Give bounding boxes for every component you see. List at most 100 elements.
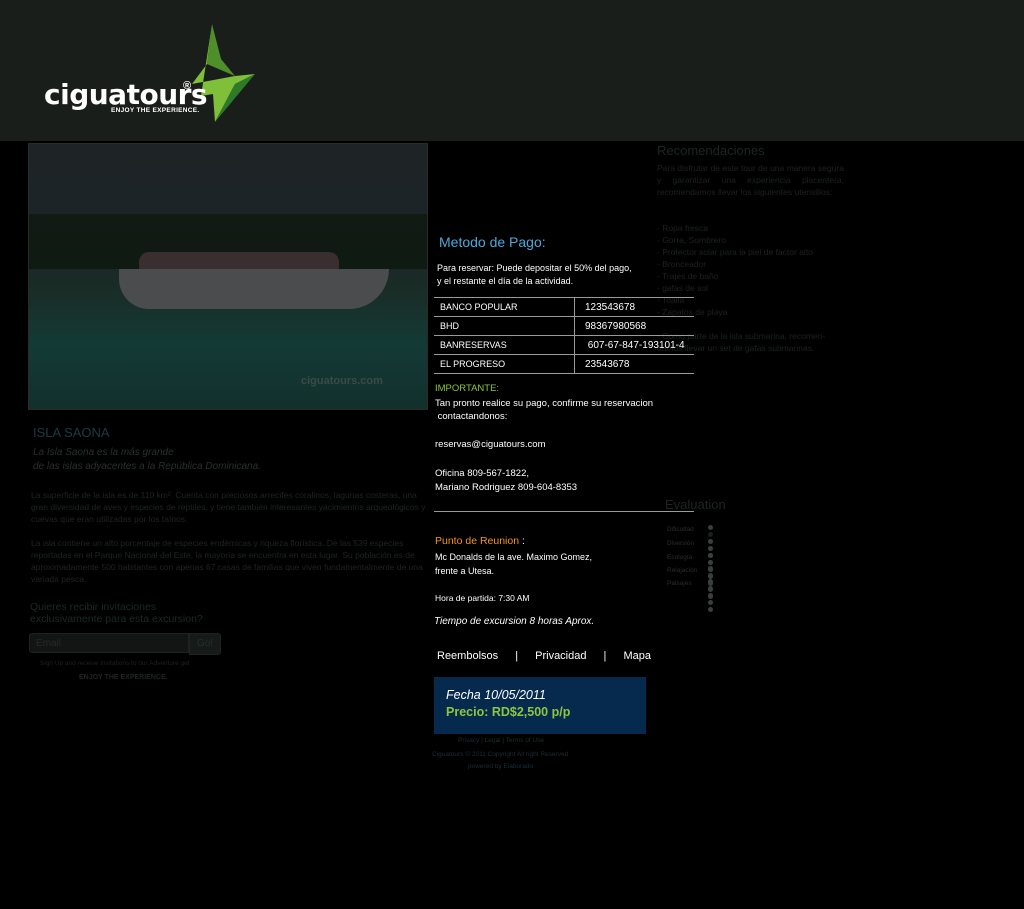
rating-dot (708, 532, 713, 537)
powered-by-label: powered by (468, 763, 502, 770)
evaluation-title: Evaluation (665, 497, 726, 512)
isla-paragraph-1: La superficie de la isla es de 110 km². … (31, 490, 426, 524)
rating-dot (708, 525, 713, 530)
evaluation-label: Ecología (667, 554, 693, 561)
bank-name: EL PROGRESO (434, 354, 575, 374)
bank-name: BHD (434, 316, 575, 336)
evaluation-row: Paisajes (667, 579, 713, 612)
photo-boat (119, 269, 389, 309)
evaluation-label: Paisajes (667, 580, 692, 587)
rating-dot (708, 593, 713, 598)
powered-by-link[interactable]: Elaborado (503, 763, 533, 770)
newsletter-title-line2: exclusivamente para esta excursion? (30, 613, 203, 625)
list-item: - Ropa fresca (657, 223, 709, 233)
footer-copyright: Ciguatours © 2011 Copyright All right Re… (432, 751, 569, 758)
evaluation-row: Ecología (667, 553, 713, 586)
isla-subtitle: La Isla Saona es la más grande de las is… (33, 446, 333, 474)
evaluation-label: Diversión (667, 540, 695, 547)
payment-intro-line2: y el restante el día de la actividad. (437, 276, 574, 286)
tour-date: Fecha 10/05/2011 (446, 688, 546, 702)
evaluation-row: Diversión (667, 539, 713, 572)
bank-name: BANRESERVAS (434, 335, 575, 355)
table-row: EL PROGRESO 23543678 (434, 354, 694, 374)
rating-dot (708, 579, 713, 584)
isla-title: ISLA SAONA (33, 425, 110, 440)
payment-title: Metodo de Pago: (439, 234, 546, 250)
newsletter-note: Sign Up and receive invitations to our A… (40, 660, 190, 667)
office-phones: Oficina 809-567-1822, Mariano Rodriguez … (435, 467, 577, 495)
evaluation-row: Dificultad (667, 525, 713, 558)
rating-dot (708, 573, 713, 578)
confirm-line1: Tan pronto realice su pago, confirme su … (435, 398, 654, 409)
meeting-address: Mc Donalds de la ave. Maximo Gomez, fren… (435, 550, 592, 578)
footer-links[interactable]: Privacy | Legal | Terms of Use (458, 737, 544, 744)
link-separator: | (603, 650, 607, 662)
office-line1: Oficina 809-567-1822, (435, 468, 530, 479)
meeting-title-colon: : (519, 535, 525, 547)
confirm-text: Tan pronto realice su pago, confirme su … (435, 397, 653, 423)
newsletter-tagline: ENJOY THE EXPERIENCE. (79, 674, 168, 681)
photo-watermark: ciguatours.com (301, 375, 383, 387)
evaluation-label: Dificultad (667, 526, 694, 533)
departure-time: Hora de partida: 7:30 AM (435, 593, 530, 603)
privacy-link[interactable]: Privacidad (535, 650, 586, 662)
link-separator: | (515, 650, 519, 662)
newsletter-email-input[interactable]: Email (29, 633, 189, 653)
newsletter-title-line1: Quieres recibir invitaciones (30, 601, 157, 613)
evaluation-rating (708, 579, 721, 614)
ciguatours-logo[interactable]: ciguatours ® ENJOY THE EXPERIENCE. (40, 24, 260, 124)
office-line2: Mariano Rodriguez 809-604-8353 (435, 482, 578, 493)
refunds-link[interactable]: Reembolsos (437, 650, 498, 662)
site-header: ciguatours ® ENJOY THE EXPERIENCE. (0, 0, 1024, 141)
recomendaciones-intro: Para disfrutar de este tour de una maner… (657, 163, 844, 197)
list-item: - Bronceador (657, 259, 707, 269)
footer-powered: powered by Elaborado (468, 763, 533, 770)
registered-mark: ® (183, 80, 192, 92)
rating-dot (708, 566, 713, 571)
list-item: - Gorra, Sombrero (657, 235, 726, 245)
meeting-point-title: Punto de Reunion : (435, 535, 525, 547)
logo-tagline: ENJOY THE EXPERIENCE. (111, 107, 200, 114)
newsletter-title: Quieres recibir invitaciones exclusivame… (30, 601, 203, 625)
list-item: - Protector solar para la piel de factor… (657, 247, 813, 257)
evaluation-label: Relajación (667, 567, 698, 574)
evaluation-row: Relajación (667, 566, 713, 599)
bank-accounts-table: BANCO POPULAR 123543678 BHD 98367980568 … (434, 297, 694, 374)
table-row: BHD 98367980568 (434, 316, 694, 336)
price-box: Fecha 10/05/2011 Precio: RD$2,500 p/p (434, 677, 646, 734)
isla-subtitle-line1: La Isla Saona es la más grande (33, 447, 174, 458)
section-divider (434, 511, 694, 512)
bank-account: 98367980568 (574, 316, 694, 336)
meeting-title-text: Punto de Reunion (435, 535, 520, 547)
rating-dot (708, 600, 713, 605)
rating-dot (708, 560, 713, 565)
recomendaciones-title: Recomendaciones (657, 143, 765, 158)
list-item: - gafas de sol (657, 283, 709, 293)
isla-subtitle-line2: de las islas adyacentes a la República D… (33, 461, 261, 472)
rating-dot (708, 553, 713, 558)
bank-account: 123543678 (574, 297, 694, 317)
payment-intro-line1: Para reservar: Puede depositar el 50% de… (437, 263, 632, 273)
important-label: IMPORTANTE: (435, 383, 500, 394)
isla-paragraph-2: La isla contiene un alto porcentaje de e… (31, 538, 423, 584)
map-link[interactable]: Mapa (623, 650, 651, 662)
tour-price: Precio: RD$2,500 p/p (446, 705, 571, 719)
rating-dot (708, 607, 713, 612)
newsletter-go-button[interactable]: Go! (189, 633, 221, 655)
meeting-address-line1: Mc Donalds de la ave. Maximo Gomez, (435, 552, 593, 562)
rating-dot (708, 586, 713, 591)
reservation-email-link[interactable]: reservas@ciguatours.com (435, 439, 546, 450)
table-row: BANCO POPULAR 123543678 (434, 297, 694, 317)
isla-saona-photo: ciguatours.com (28, 143, 428, 410)
confirm-line2: contactandonos: (435, 411, 508, 422)
excursion-duration: Tiempo de excursion 8 horas Aprox. (434, 616, 595, 627)
payment-intro: Para reservar: Puede depositar el 50% de… (437, 262, 632, 288)
rating-dot (708, 539, 713, 544)
bank-name: BANCO POPULAR (434, 297, 575, 317)
bank-account: 23543678 (574, 354, 694, 374)
rating-dot (708, 546, 713, 551)
bank-account: 607-67-847-193101-4 (574, 335, 694, 355)
meeting-address-line2: frente a Utesa. (435, 566, 495, 576)
policy-links: Reembolsos | Privacidad | Mapa (437, 650, 651, 662)
list-item: - Trajes de baño (657, 271, 719, 281)
